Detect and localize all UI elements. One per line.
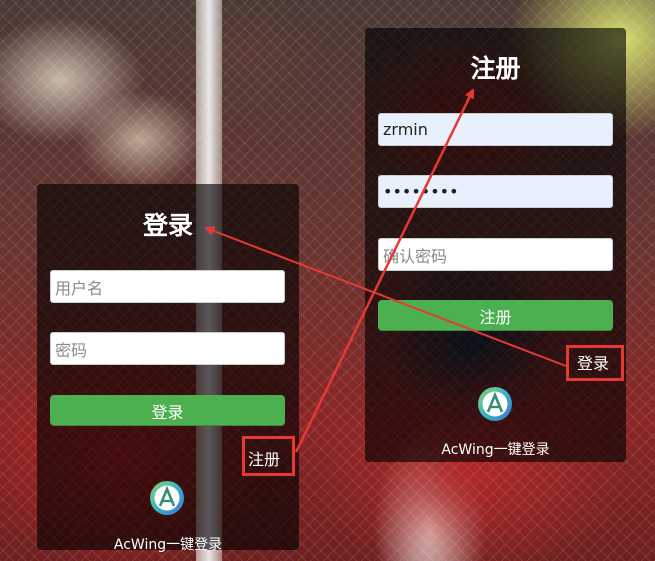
login-username-input[interactable]: 用户名 xyxy=(50,270,285,303)
register-confirm-password-input[interactable]: 确认密码 xyxy=(378,238,613,271)
register-username-value: zrmin xyxy=(383,120,428,139)
register-password-value: •••••••• xyxy=(383,182,459,201)
login-password-placeholder: 密码 xyxy=(55,340,88,360)
login-submit-button[interactable]: 登录 xyxy=(50,395,285,426)
acwing-login-label[interactable]: AcWing一键登录 xyxy=(37,534,299,554)
acwing-logo-icon[interactable] xyxy=(477,386,513,422)
register-username-input[interactable]: zrmin xyxy=(378,113,613,146)
register-submit-button[interactable]: 注册 xyxy=(378,300,613,331)
login-username-placeholder: 用户名 xyxy=(55,278,104,298)
acwing-logo-icon[interactable] xyxy=(149,480,185,516)
go-to-register-link[interactable]: 注册 xyxy=(248,446,280,470)
login-card: 登录 用户名 密码 登录 注册 AcWing一键登录 xyxy=(37,184,299,553)
acwing-login-label[interactable]: AcWing一键登录 xyxy=(365,439,626,459)
register-card: 注册 zrmin •••••••• 确认密码 注册 登录 AcWing一键登录 xyxy=(365,28,626,462)
login-title: 登录 xyxy=(142,211,193,240)
register-confirm-placeholder: 确认密码 xyxy=(383,246,448,266)
go-to-login-link[interactable]: 登录 xyxy=(577,350,609,374)
register-password-input[interactable]: •••••••• xyxy=(378,175,613,208)
login-password-input[interactable]: 密码 xyxy=(50,332,285,365)
register-title: 注册 xyxy=(470,54,521,83)
